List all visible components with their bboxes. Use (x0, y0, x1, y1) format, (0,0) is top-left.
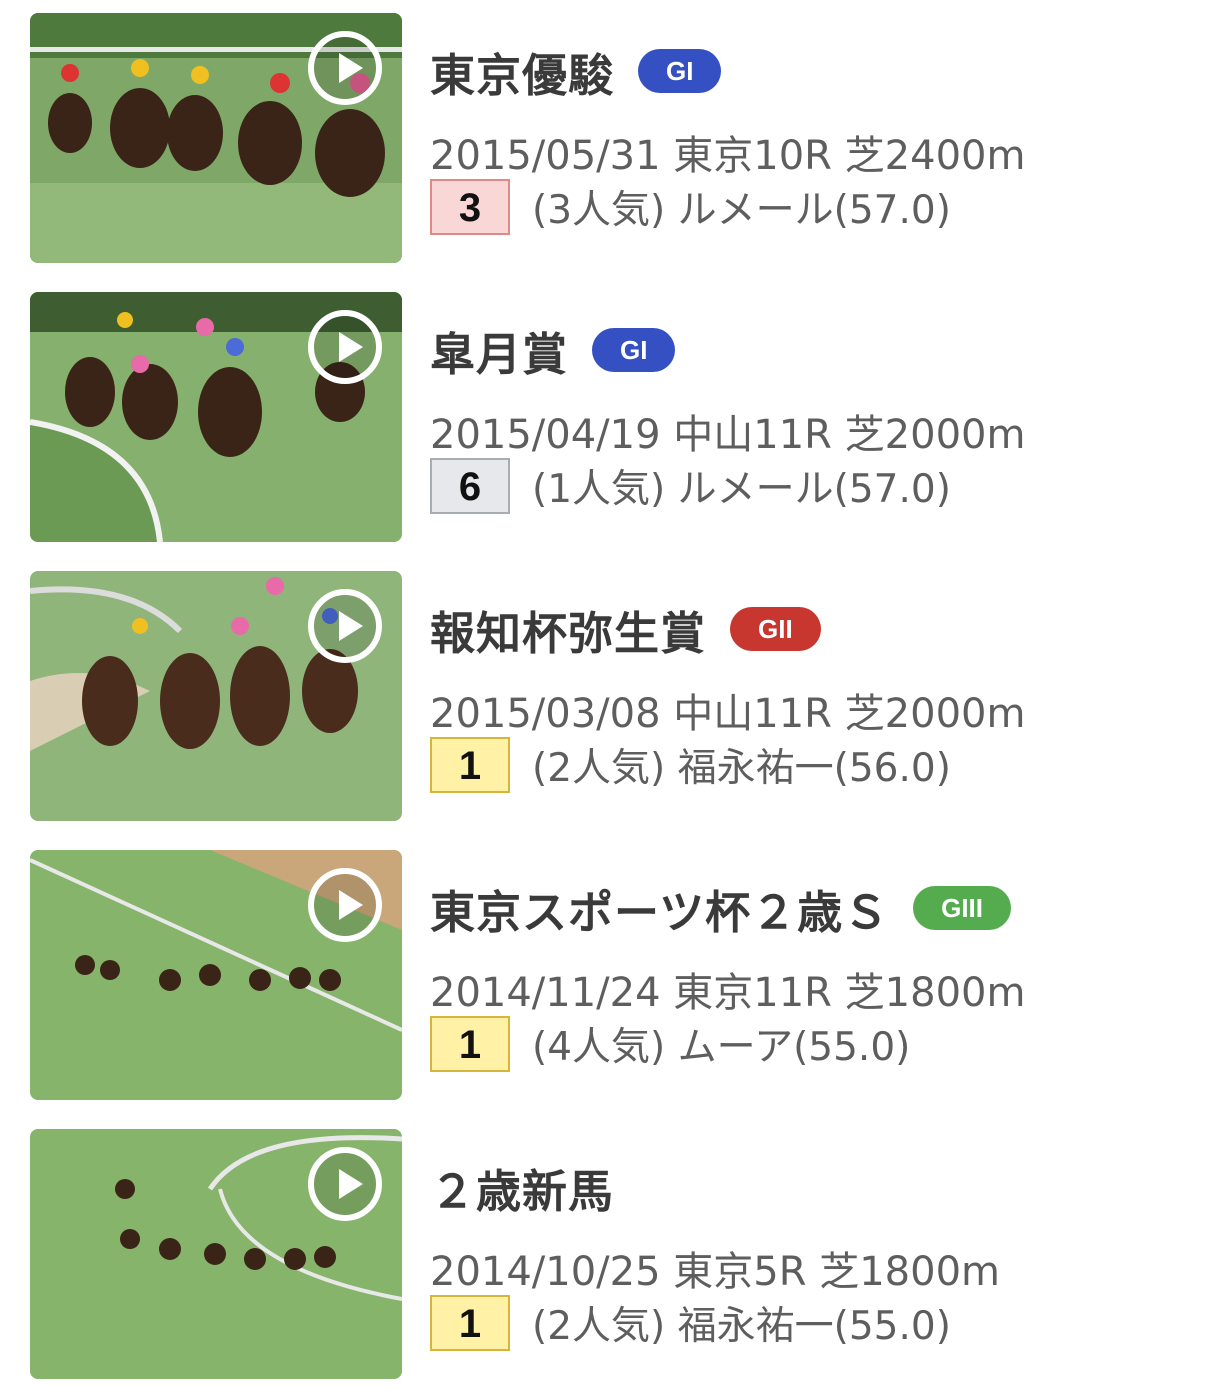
race-video-thumbnail[interactable] (30, 292, 402, 542)
race-item[interactable]: 報知杯弥生賞 GII 2015/03/08 中山11R 芝2000m 1 (2人… (0, 571, 1206, 821)
grade-badge: GII (730, 607, 821, 651)
finish-rank-badge: 6 (430, 458, 510, 514)
finish-rank-badge: 1 (430, 1295, 510, 1351)
race-meta: 2015/04/19 中山11R 芝2000m (430, 412, 1026, 458)
play-icon[interactable] (308, 31, 382, 105)
race-result: (1人気) ルメール(57.0) (532, 467, 951, 512)
play-icon[interactable] (308, 589, 382, 663)
race-item[interactable]: ２歳新馬 2014/10/25 東京5R 芝1800m 1 (2人気) 福永祐一… (0, 1129, 1206, 1379)
race-name: ２歳新馬 (430, 1164, 615, 1218)
race-meta: 2015/05/31 東京10R 芝2400m (430, 133, 1026, 179)
play-icon[interactable] (308, 310, 382, 384)
race-result: (4人気) ムーア(55.0) (532, 1025, 911, 1070)
finish-rank-badge: 1 (430, 737, 510, 793)
race-name: 東京スポーツ杯２歳Ｓ (430, 885, 890, 939)
race-video-thumbnail[interactable] (30, 13, 402, 263)
play-icon[interactable] (308, 1147, 382, 1221)
race-meta: 2015/03/08 中山11R 芝2000m (430, 691, 1026, 737)
race-item[interactable]: 皐月賞 GI 2015/04/19 中山11R 芝2000m 6 (1人気) ル… (0, 292, 1206, 542)
grade-badge: GI (592, 328, 676, 372)
race-history-list: 東京優駿 GI 2015/05/31 東京10R 芝2400m 3 (3人気) … (0, 0, 1206, 1392)
grade-badge: GI (638, 49, 722, 93)
race-video-thumbnail[interactable] (30, 850, 402, 1100)
race-name: 報知杯弥生賞 (430, 606, 707, 660)
finish-rank-badge: 1 (430, 1016, 510, 1072)
finish-rank-badge: 3 (430, 179, 510, 235)
race-meta: 2014/10/25 東京5R 芝1800m (430, 1249, 1000, 1295)
race-item[interactable]: 東京優駿 GI 2015/05/31 東京10R 芝2400m 3 (3人気) … (0, 13, 1206, 263)
race-video-thumbnail[interactable] (30, 571, 402, 821)
race-item[interactable]: 東京スポーツ杯２歳Ｓ GIII 2014/11/24 東京11R 芝1800m … (0, 850, 1206, 1100)
race-name: 皐月賞 (430, 327, 569, 381)
race-result: (2人気) 福永祐一(56.0) (532, 746, 951, 791)
race-meta: 2014/11/24 東京11R 芝1800m (430, 970, 1026, 1016)
play-icon[interactable] (308, 868, 382, 942)
grade-badge: GIII (913, 886, 1012, 930)
race-name: 東京優駿 (430, 48, 615, 102)
race-result: (2人気) 福永祐一(55.0) (532, 1304, 951, 1349)
race-result: (3人気) ルメール(57.0) (532, 188, 951, 233)
race-video-thumbnail[interactable] (30, 1129, 402, 1379)
